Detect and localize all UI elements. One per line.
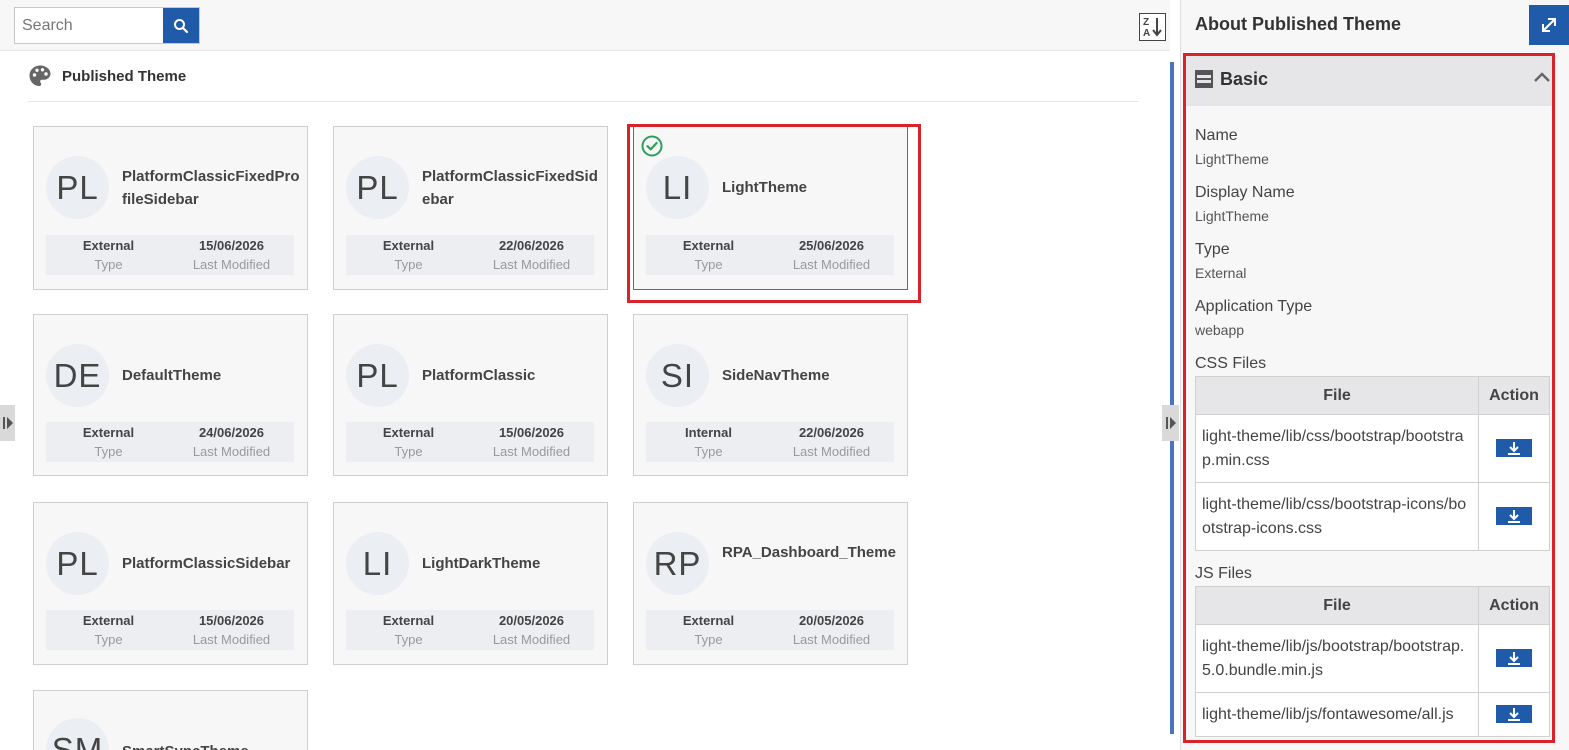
- theme-card[interactable]: PL PlatformClassicFixedProfileSidebar Ex…: [33, 126, 308, 290]
- last-modified-label: Last Modified: [492, 444, 571, 459]
- theme-card[interactable]: DE DefaultTheme External Type 24/06/2026 L…: [33, 314, 308, 476]
- sort-descending-icon: Z A: [1143, 17, 1162, 39]
- app-root: Z A Published Theme PL Platfor: [0, 0, 1569, 750]
- theme-card[interactable]: SI SideNavTheme Internal Type 22/06/2026 L…: [633, 314, 908, 476]
- theme-type: Internal: [685, 425, 732, 440]
- theme-name: PlatformClassicFixedSidebar: [422, 168, 598, 208]
- panel-toggle-icon: [2, 417, 13, 429]
- theme-meta: External Type 20/05/2026 Last Modified: [346, 610, 594, 650]
- section-header: Published Theme: [28, 63, 186, 89]
- last-modified: 20/05/2026: [798, 613, 865, 628]
- details-panel: About Published Theme Basic Name LightTh…: [1180, 0, 1569, 750]
- last-modified: 22/06/2026: [498, 238, 565, 253]
- theme-card[interactable]: SM SmartSyncTheme: [33, 690, 308, 750]
- theme-type: External: [382, 613, 435, 628]
- theme-name: PlatformClassic: [422, 367, 536, 384]
- avatar: PL: [46, 532, 109, 595]
- expand-icon: [1542, 18, 1556, 32]
- theme-name: SmartSyncTheme: [122, 740, 300, 750]
- avatar: RP: [646, 532, 709, 595]
- theme-type: External: [382, 238, 435, 253]
- avatar: SM: [46, 718, 109, 750]
- search-button[interactable]: [163, 8, 199, 43]
- avatar: LI: [346, 532, 409, 595]
- theme-meta: External Type 22/06/2026 Last Modified: [346, 235, 594, 275]
- search-icon: [174, 18, 189, 33]
- toolbar: Z A: [0, 0, 1170, 51]
- type-label: Type: [94, 257, 123, 272]
- divider: [28, 101, 1139, 102]
- type-label: Type: [694, 632, 723, 647]
- theme-meta: External Type 15/06/2026 Last Modified: [46, 610, 294, 650]
- last-modified: 15/06/2026: [198, 613, 265, 628]
- theme-card[interactable]: LI LightDarkTheme External Type 20/05/202…: [333, 502, 608, 665]
- type-label: Type: [94, 444, 123, 459]
- last-modified-label: Last Modified: [192, 444, 271, 459]
- expand-button[interactable]: [1529, 5, 1569, 45]
- type-label: Type: [94, 632, 123, 647]
- section-title: Published Theme: [62, 67, 187, 85]
- theme-meta: External Type 24/06/2026 Last Modified: [46, 422, 294, 462]
- last-modified-label: Last Modified: [192, 257, 271, 272]
- collapse-left-handle[interactable]: [0, 405, 15, 441]
- theme-name: LightDarkTheme: [422, 555, 541, 572]
- last-modified: 15/06/2026: [198, 238, 265, 253]
- panel-divider-bar[interactable]: [1170, 62, 1174, 734]
- avatar: PL: [346, 344, 409, 407]
- theme-name: PlatformClassicFixedProfileSidebar: [122, 168, 300, 208]
- theme-card[interactable]: PL PlatformClassic External Type 15/06/20…: [333, 314, 608, 476]
- theme-name: DefaultTheme: [122, 367, 222, 384]
- palette-icon: [29, 65, 51, 86]
- type-label: Type: [394, 632, 423, 647]
- search-input[interactable]: [15, 8, 165, 43]
- last-modified-label: Last Modified: [492, 632, 571, 647]
- svg-text:A: A: [1143, 28, 1150, 39]
- theme-meta: External Type 15/06/2026 Last Modified: [346, 422, 594, 462]
- last-modified: 24/06/2026: [198, 425, 265, 440]
- theme-card[interactable]: RP RPA_Dashboard_Theme External Type 20/0…: [633, 502, 908, 665]
- svg-text:Z: Z: [1143, 17, 1149, 28]
- theme-meta: External Type 20/05/2026 Last Modified: [646, 610, 894, 650]
- last-modified: 22/06/2026: [798, 425, 865, 440]
- collapse-right-handle[interactable]: [1162, 405, 1179, 441]
- theme-type: External: [382, 425, 435, 440]
- last-modified: 15/06/2026: [498, 425, 565, 440]
- theme-meta: Internal Type 22/06/2026 Last Modified: [646, 422, 894, 462]
- avatar: DE: [46, 344, 109, 407]
- search-box: [14, 7, 200, 44]
- panel-toggle-icon: [1165, 417, 1176, 429]
- avatar: SI: [646, 344, 709, 407]
- theme-type: External: [82, 238, 135, 253]
- theme-type: External: [82, 613, 135, 628]
- type-label: Type: [394, 257, 423, 272]
- last-modified-label: Last Modified: [492, 257, 571, 272]
- theme-name: PlatformClassicSidebar: [122, 555, 291, 572]
- selection-highlight: [627, 124, 921, 303]
- theme-name: RPA_Dashboard_Theme: [722, 544, 896, 561]
- panel-title: About Published Theme: [1195, 14, 1402, 34]
- type-label: Type: [694, 444, 723, 459]
- last-modified: 20/05/2026: [498, 613, 565, 628]
- theme-meta: External Type 15/06/2026 Last Modified: [46, 235, 294, 275]
- panel-highlight: [1183, 53, 1555, 743]
- theme-card[interactable]: PL PlatformClassicFixedSidebar External T…: [333, 126, 608, 290]
- theme-name: SideNavTheme: [722, 367, 830, 384]
- theme-card[interactable]: PL PlatformClassicSidebar External Type 1…: [33, 502, 308, 665]
- theme-type: External: [682, 613, 735, 628]
- avatar: PL: [46, 156, 109, 219]
- last-modified-label: Last Modified: [792, 632, 871, 647]
- theme-list-area: Z A Published Theme PL Platfor: [0, 0, 1179, 750]
- theme-type: External: [82, 425, 135, 440]
- avatar: PL: [346, 156, 409, 219]
- type-label: Type: [394, 444, 423, 459]
- last-modified-label: Last Modified: [792, 444, 871, 459]
- sort-za-button[interactable]: Z A: [1139, 13, 1166, 41]
- last-modified-label: Last Modified: [192, 632, 271, 647]
